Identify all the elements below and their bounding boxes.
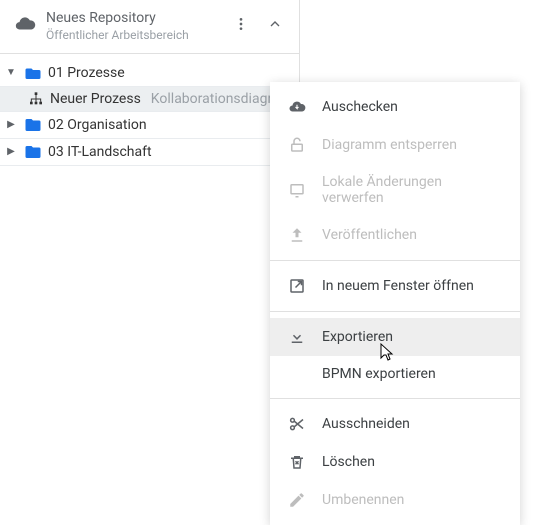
menu-label: BPMN exportieren xyxy=(322,366,436,382)
menu-item-delete[interactable]: Löschen xyxy=(270,443,520,481)
menu-item-open-new-window[interactable]: In neuem Fenster öffnen xyxy=(270,267,520,305)
tree-hint: Kollaborationsdiagra. xyxy=(151,91,283,107)
tree-folder-it-landschaft[interactable]: ▶ 03 IT-Landschaft xyxy=(0,139,299,165)
menu-item-export[interactable]: Exportieren xyxy=(270,318,520,356)
tree-folder-prozesse[interactable]: ▼ 01 Prozesse xyxy=(0,60,299,86)
menu-label: Umbenennen xyxy=(322,492,404,508)
tree-label: Neuer Prozess xyxy=(50,91,141,107)
folder-icon xyxy=(24,116,42,134)
menu-label: In neuem Fenster öffnen xyxy=(322,278,474,294)
menu-item-publish: Veröffentlichen xyxy=(270,216,520,254)
upload-icon xyxy=(288,226,306,244)
diagram-icon xyxy=(28,91,44,107)
cloud-download-icon xyxy=(288,98,306,116)
sidebar: Neues Repository Öffentlicher Arbeitsber… xyxy=(0,0,300,504)
menu-label: Lokale Änderungen verwerfen xyxy=(322,174,502,206)
repository-subtitle: Öffentlicher Arbeitsbereich xyxy=(46,28,219,43)
trash-icon xyxy=(288,453,306,471)
tree-label: 01 Prozesse xyxy=(48,65,125,81)
menu-item-unlock: Diagramm entsperren xyxy=(270,126,520,164)
menu-label: Löschen xyxy=(322,454,375,470)
menu-item-bpmn-export[interactable]: BPMN exportieren xyxy=(270,356,520,392)
menu-label: Diagramm entsperren xyxy=(322,137,457,153)
lock-open-icon xyxy=(288,136,306,154)
folder-icon xyxy=(24,143,42,161)
menu-label: Veröffentlichen xyxy=(322,227,417,243)
menu-label: Ausschneiden xyxy=(322,416,410,432)
open-external-icon xyxy=(288,277,306,295)
folder-open-icon xyxy=(24,64,42,82)
discard-icon xyxy=(288,181,306,199)
menu-item-checkout[interactable]: Auschecken xyxy=(270,88,520,126)
tree-item-neuer-prozess[interactable]: Neuer Prozess Kollaborationsdiagra. xyxy=(0,87,299,111)
more-icon[interactable] xyxy=(229,12,253,40)
context-menu: Auschecken Diagramm entsperren Lokale Än… xyxy=(270,82,520,525)
menu-label: Auschecken xyxy=(322,99,398,115)
pencil-icon xyxy=(288,491,306,509)
download-icon xyxy=(288,328,306,346)
cloud-icon xyxy=(14,13,36,39)
menu-label: Exportieren xyxy=(322,329,393,345)
caret-down-icon: ▼ xyxy=(4,67,18,78)
collapse-icon[interactable] xyxy=(263,12,287,40)
scissors-icon xyxy=(288,415,306,433)
menu-item-rename: Umbenennen xyxy=(270,481,520,519)
repository-header: Neues Repository Öffentlicher Arbeitsber… xyxy=(0,0,299,54)
menu-item-discard: Lokale Änderungen verwerfen xyxy=(270,164,520,216)
repository-title: Neues Repository xyxy=(46,10,219,28)
tree-folder-organisation[interactable]: ▶ 02 Organisation xyxy=(0,112,299,138)
menu-item-cut[interactable]: Ausschneiden xyxy=(270,405,520,443)
caret-right-icon: ▶ xyxy=(4,119,18,130)
tree: ▼ 01 Prozesse Neuer Prozess Kollaboratio… xyxy=(0,54,299,172)
caret-right-icon: ▶ xyxy=(4,146,18,157)
tree-label: 03 IT-Landschaft xyxy=(48,144,152,160)
tree-label: 02 Organisation xyxy=(48,117,147,133)
